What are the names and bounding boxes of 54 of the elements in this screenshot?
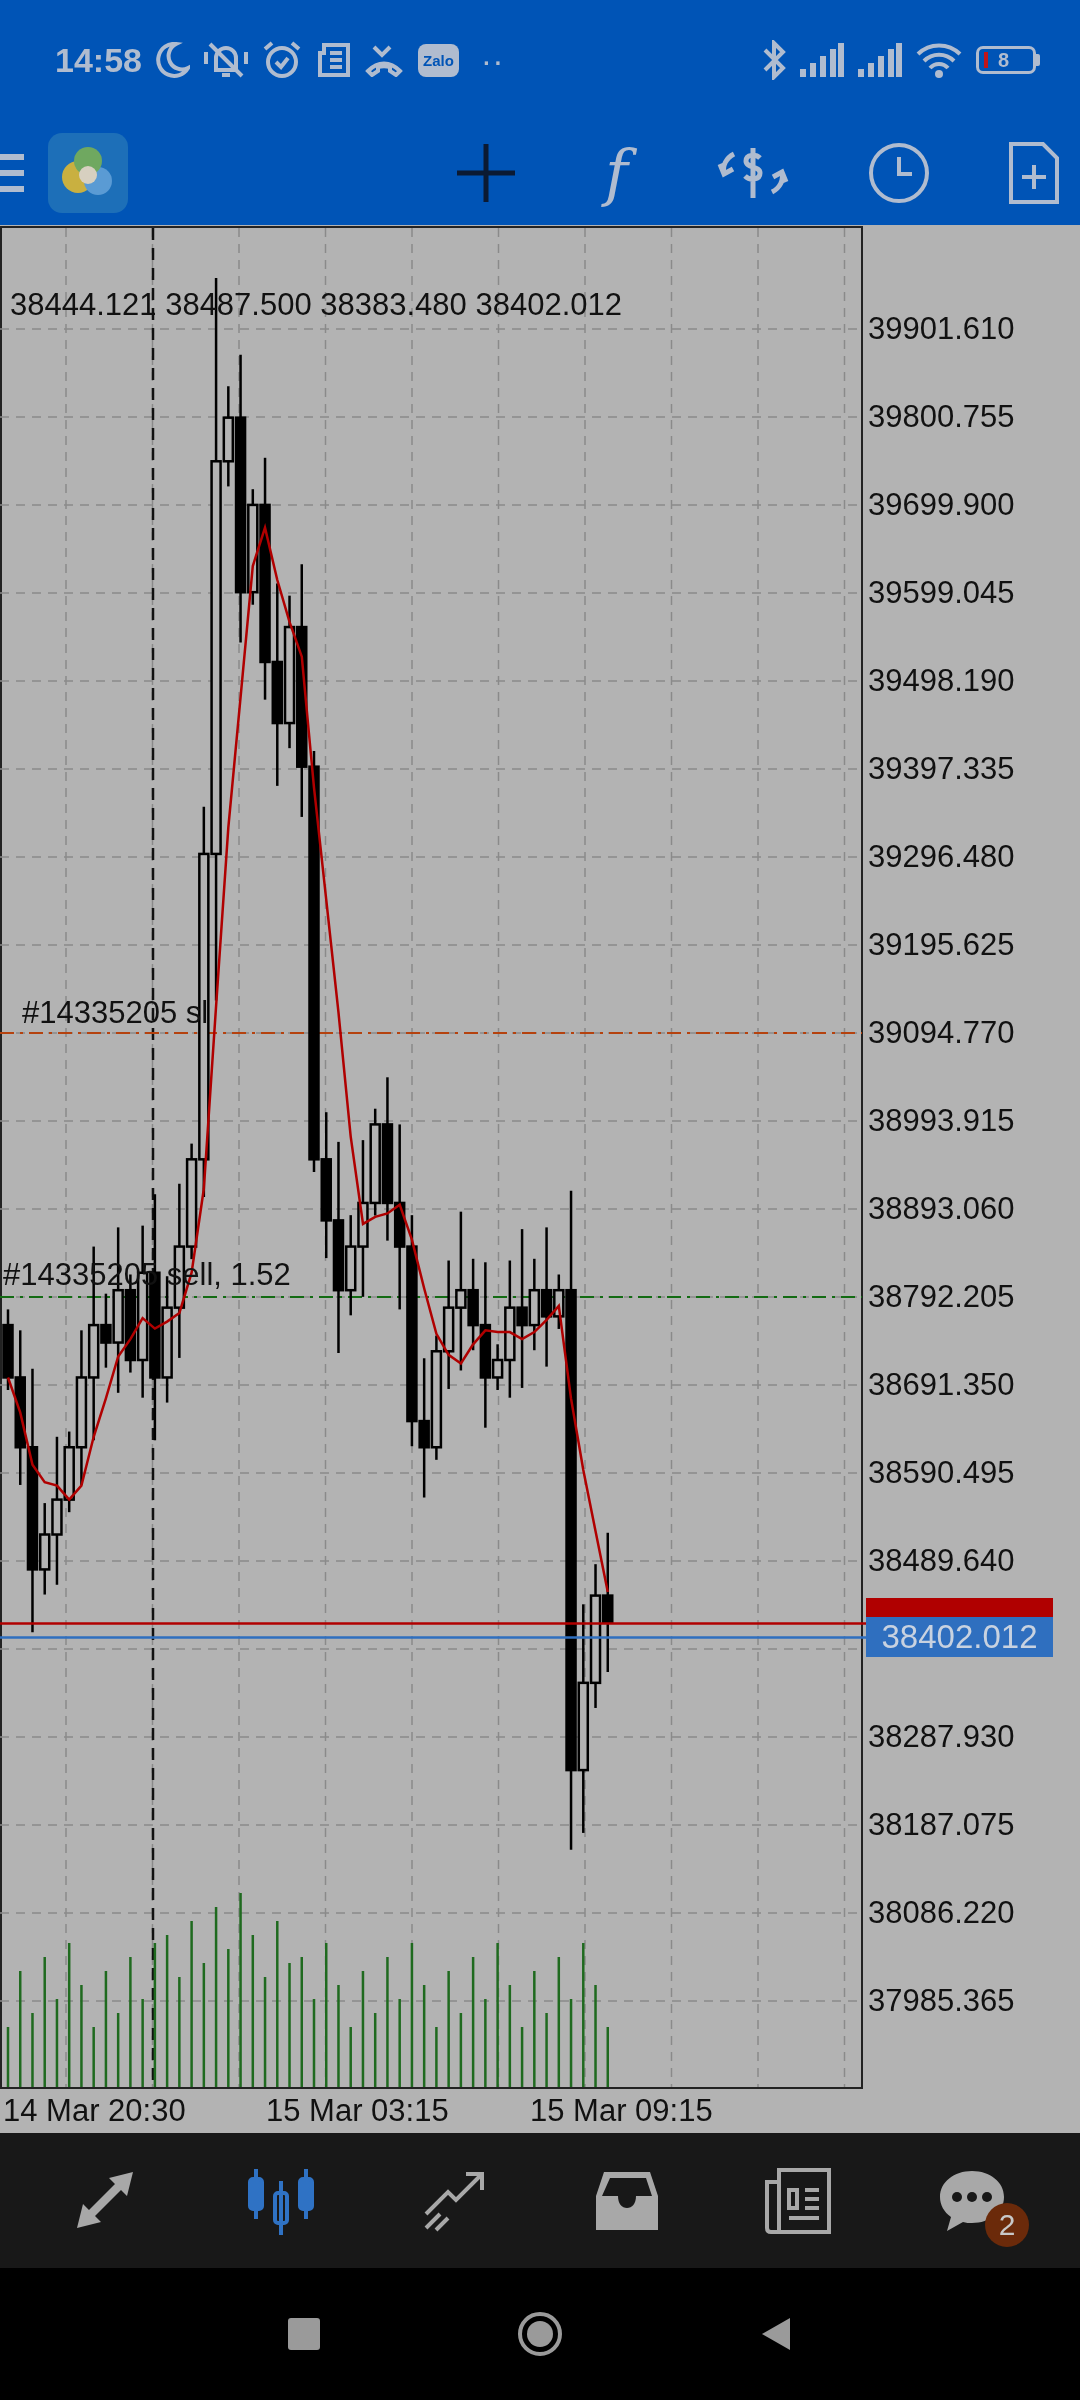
- app-logo-icon[interactable]: [48, 132, 128, 213]
- clock-icon[interactable]: [868, 141, 930, 204]
- time-tick: 14 Mar 20:30: [3, 2093, 186, 2129]
- home-icon[interactable]: [517, 2311, 563, 2357]
- notification-badge: 2: [985, 2202, 1030, 2247]
- price-tick: 38691.350: [868, 1367, 1015, 1403]
- price-tick: 38893.060: [868, 1191, 1015, 1227]
- signal-icon: [858, 43, 902, 77]
- price-tick: 39800.755: [868, 399, 1015, 435]
- price-tick: 39901.610: [868, 311, 1015, 347]
- price-tick: 39195.625: [868, 927, 1015, 963]
- function-icon[interactable]: f: [595, 132, 638, 213]
- time-tick: 15 Mar 03:15: [266, 2093, 449, 2129]
- inbox-icon[interactable]: [593, 2169, 660, 2232]
- more-notifications: ··: [480, 40, 504, 80]
- menu-icon[interactable]: [0, 152, 26, 193]
- app-icon: Zalo: [417, 43, 459, 77]
- price-tick: 39699.900: [868, 487, 1015, 523]
- price-tick: 39498.190: [868, 663, 1015, 699]
- volume-bar: [92, 2027, 95, 2087]
- price-tick: 39296.480: [868, 839, 1015, 875]
- price-tick: 39094.770: [868, 1015, 1015, 1051]
- price-tick: 38792.205: [868, 1279, 1015, 1315]
- news-icon: [315, 43, 350, 77]
- volume-bar: [435, 2027, 438, 2087]
- add-document-icon[interactable]: [1008, 140, 1060, 205]
- volume-bar: [6, 2027, 10, 2087]
- price-tick: 38086.220: [868, 1895, 1015, 1931]
- volume-bar: [520, 2027, 524, 2087]
- recent-apps-icon[interactable]: [288, 2318, 321, 2350]
- volume-bar: [349, 2027, 352, 2087]
- alarm-clock-icon: [261, 40, 302, 80]
- wifi-icon: [916, 42, 962, 78]
- moon-icon: [155, 42, 190, 78]
- price-tick: 38590.495: [868, 1455, 1015, 1491]
- battery-icon: 8: [976, 46, 1036, 74]
- price-tick: 38187.075: [868, 1807, 1015, 1843]
- missed-call-icon: [363, 43, 404, 77]
- bluetooth-icon: [762, 40, 786, 80]
- candlestick-icon[interactable]: [246, 2166, 317, 2235]
- time-tick: 15 Mar 09:15: [530, 2093, 713, 2129]
- signal-icon: [800, 43, 844, 77]
- muted-bell-icon: [203, 40, 248, 80]
- price-tick: 39397.335: [868, 751, 1015, 787]
- price-tick: 38993.915: [868, 1103, 1015, 1139]
- price-tick: 38489.640: [868, 1543, 1015, 1579]
- newspaper-icon[interactable]: [765, 2167, 832, 2234]
- volume-bar: [606, 2027, 609, 2087]
- price-tick: 37985.365: [868, 1983, 1015, 2019]
- clock-time: 14:58: [55, 40, 142, 80]
- price-tick: 38287.930: [868, 1719, 1015, 1755]
- price-tick: 39599.045: [868, 575, 1015, 611]
- current-price-tag: 38402.012: [866, 1617, 1053, 1658]
- crosshair-icon[interactable]: [455, 141, 518, 204]
